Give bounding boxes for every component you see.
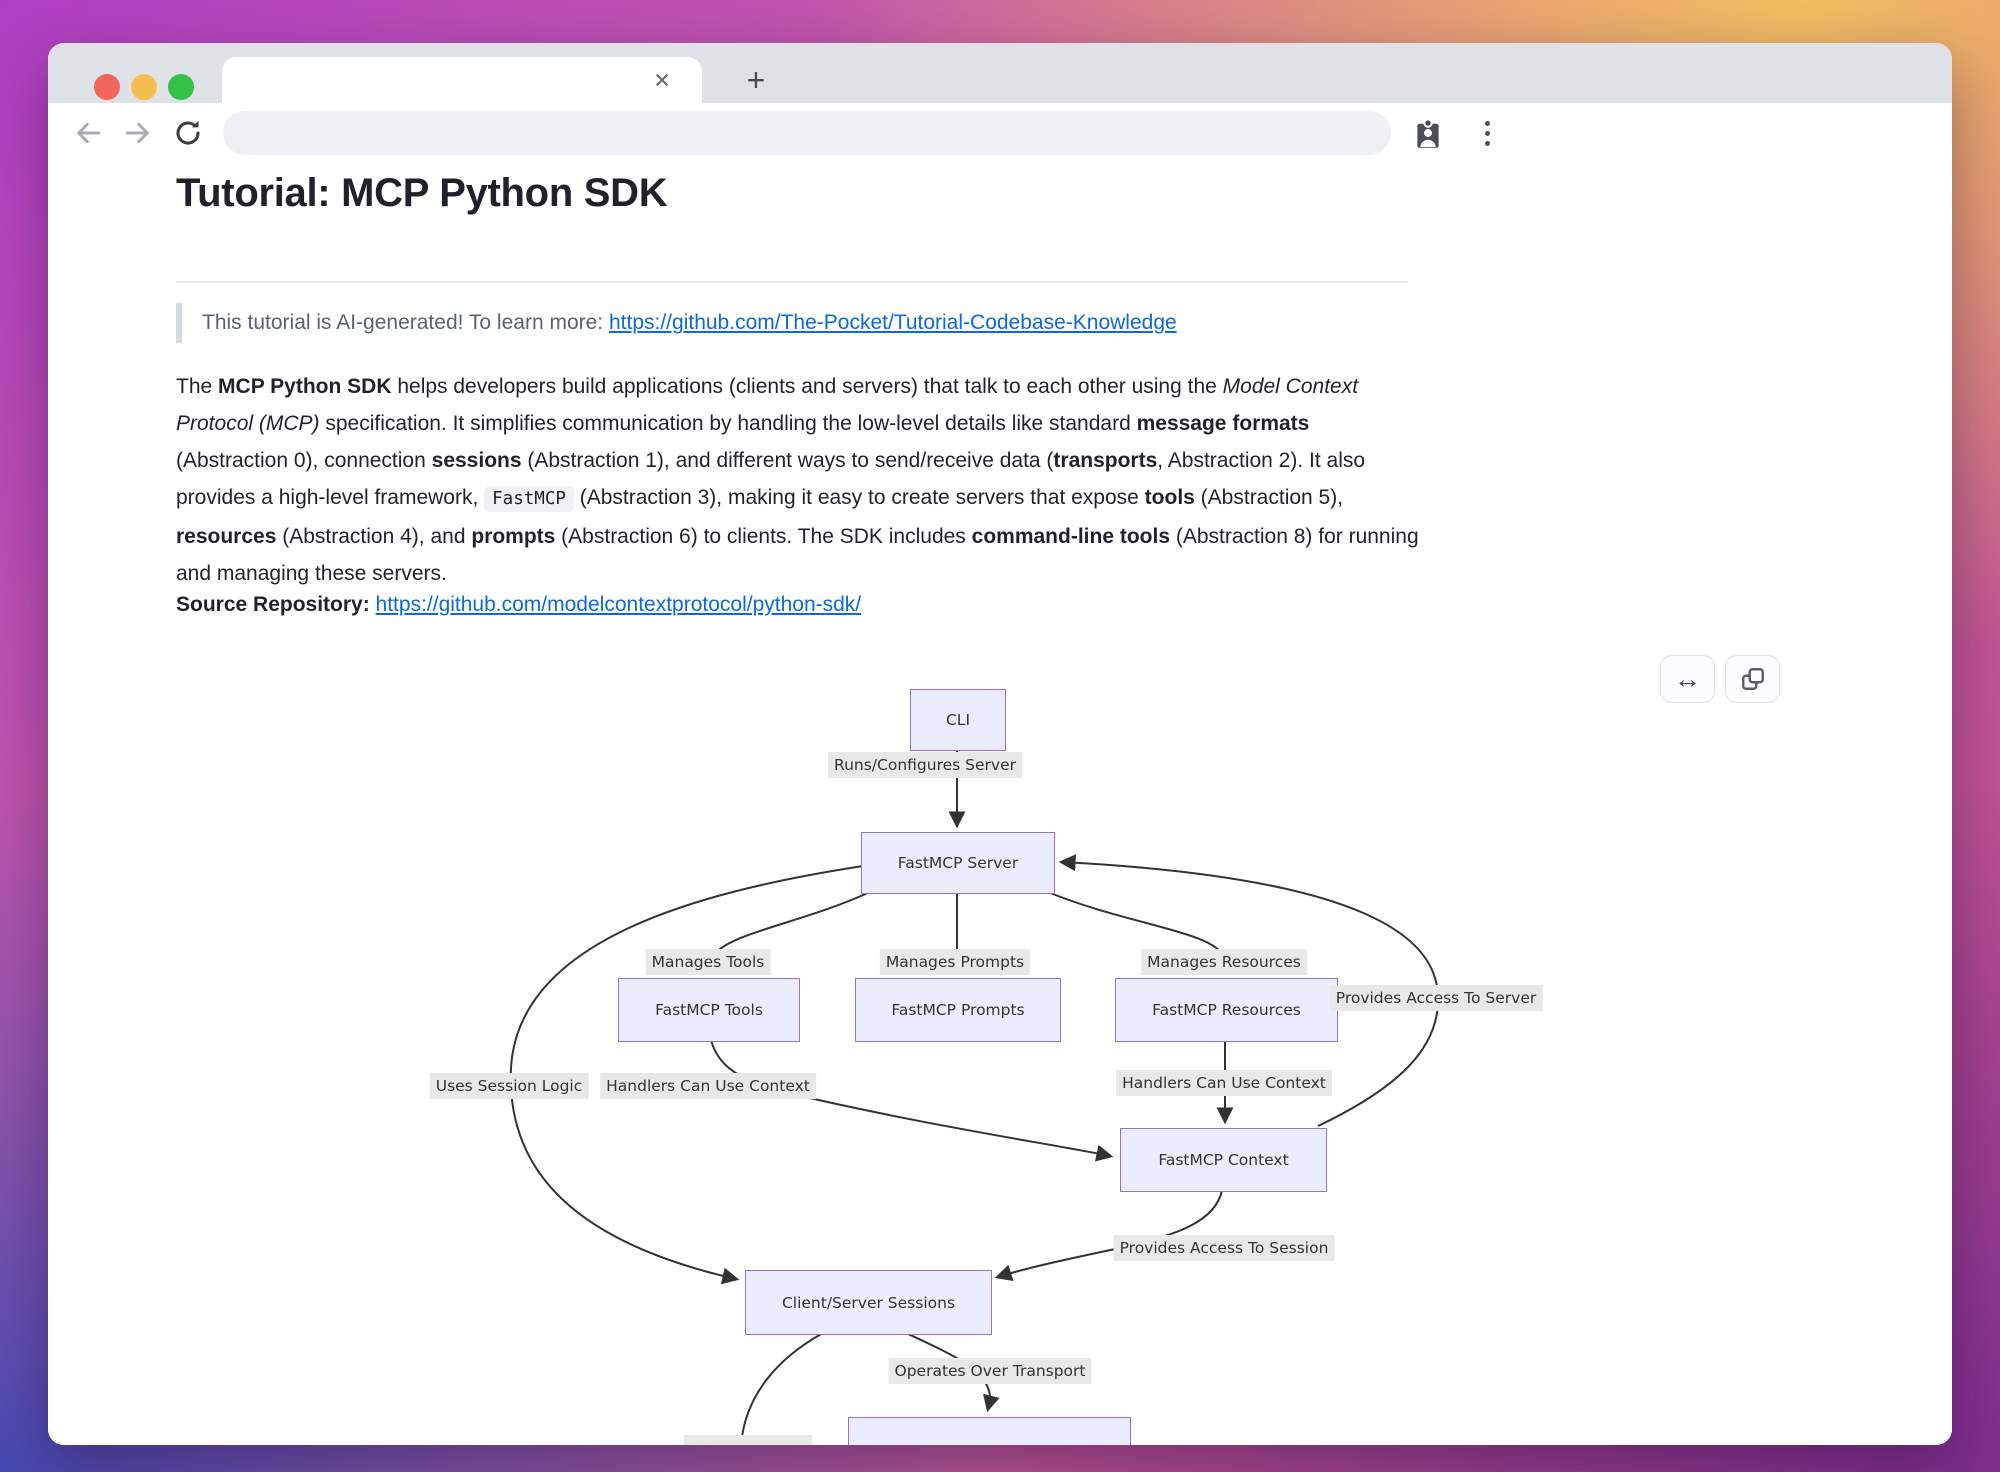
copy-icon (1740, 666, 1766, 692)
source-repository-label: Source Repository: (176, 593, 376, 616)
source-repository-line: Source Repository: https://github.com/mo… (176, 593, 861, 617)
browser-window: × + (48, 43, 1952, 1445)
text-segment: prompts (471, 525, 555, 548)
back-arrow-icon (72, 117, 104, 149)
intro-paragraph: The MCP Python SDK helps developers buil… (176, 368, 1424, 592)
edge-label-uses-session-logic: Uses Session Logic (430, 1073, 589, 1099)
diagram-node-fastmcp-resources: FastMCP Resources (1115, 978, 1338, 1042)
edge-label-handlers-can-use-context-left: Handlers Can Use Context (600, 1073, 816, 1099)
edge-label-runs-configures-server: Runs/Configures Server (828, 752, 1022, 778)
new-tab-button[interactable]: + (736, 61, 776, 101)
edge-label-handlers-can-use-context-right: Handlers Can Use Context (1116, 1070, 1332, 1096)
diagram-node-fastmcp-tools: FastMCP Tools (618, 978, 800, 1042)
diagram-copy-button[interactable] (1725, 655, 1780, 703)
tab-strip: × + (48, 43, 1952, 103)
text-segment: (Abstraction 5), (1195, 486, 1343, 509)
edge-label-manages-tools: Manages Tools (646, 949, 771, 975)
page-title: Tutorial: MCP Python SDK (176, 171, 667, 216)
text-segment: (Abstraction 4), and (276, 525, 471, 548)
text-segment: command-line tools (972, 525, 1170, 548)
browser-tab[interactable]: × (222, 57, 702, 103)
diagram-node-client-server-sessions: Client/Server Sessions (745, 1270, 992, 1335)
menu-icon[interactable] (1469, 115, 1505, 151)
diagram-node-fastmcp-server: FastMCP Server (861, 832, 1055, 894)
note-text: This tutorial is AI-generated! To learn … (202, 311, 609, 334)
edge-label-manages-resources: Manages Resources (1141, 949, 1307, 975)
text-segment: The (176, 375, 218, 398)
tab-close-icon[interactable]: × (644, 62, 680, 98)
source-repository-link[interactable]: https://github.com/modelcontextprotocol/… (376, 593, 862, 616)
diagram-node-fastmcp-context: FastMCP Context (1120, 1128, 1327, 1192)
text-segment: tools (1145, 486, 1195, 509)
navigation-bar (48, 103, 1952, 164)
text-segment: resources (176, 525, 276, 548)
forward-arrow-icon (122, 117, 154, 149)
fastmcp-code-span: FastMCP (484, 486, 574, 512)
profile-button[interactable] (1406, 111, 1450, 155)
text-segment: (Abstraction 1), and different ways to s… (522, 449, 1054, 472)
diagram-expand-button[interactable]: ↔ (1660, 655, 1715, 703)
page-content: Tutorial: MCP Python SDK This tutorial i… (48, 163, 1952, 1445)
minimize-window-button[interactable] (131, 74, 157, 100)
text-segment: helps developers build applications (cli… (392, 375, 1223, 398)
text-segment: MCP Python SDK (218, 375, 391, 398)
maximize-window-button[interactable] (168, 74, 194, 100)
text-segment: transports (1053, 449, 1157, 472)
expand-arrows-icon: ↔ (1674, 664, 1701, 695)
reload-button[interactable] (166, 111, 210, 155)
reload-icon (172, 117, 204, 149)
text-segment: specification. It simplifies communicati… (320, 412, 1137, 435)
close-window-button[interactable] (94, 74, 120, 100)
edge-label-provides-access-to-session: Provides Access To Session (1114, 1235, 1335, 1261)
forward-button[interactable] (116, 111, 160, 155)
title-divider (176, 281, 1408, 283)
back-button[interactable] (66, 111, 110, 155)
diagram-node-fastmcp-prompts: FastMCP Prompts (855, 978, 1061, 1042)
ai-generated-note: This tutorial is AI-generated! To learn … (176, 303, 1446, 343)
tutorial-codebase-link[interactable]: https://github.com/The-Pocket/Tutorial-C… (609, 311, 1177, 334)
text-segment: (Abstraction 0), connection (176, 449, 432, 472)
edge-label-partial-bottom (684, 1435, 812, 1445)
traffic-lights (94, 74, 194, 100)
profile-badge-icon (1411, 116, 1445, 150)
address-bar[interactable] (223, 111, 1391, 155)
text-segment: sessions (432, 449, 522, 472)
text-segment: (Abstraction 6) to clients. The SDK incl… (555, 525, 971, 548)
diagram-node-cli: CLI (910, 689, 1006, 751)
text-segment: message formats (1137, 412, 1310, 435)
edge-label-manages-prompts: Manages Prompts (880, 949, 1030, 975)
edge-label-operates-over-transport: Operates Over Transport (888, 1358, 1091, 1384)
diagram-edges (48, 163, 1952, 1445)
diagram-node-transport-partial (848, 1417, 1131, 1445)
text-segment: (Abstraction 3), making it easy to creat… (574, 486, 1145, 509)
edge-label-provides-access-to-server: Provides Access To Server (1330, 985, 1543, 1011)
